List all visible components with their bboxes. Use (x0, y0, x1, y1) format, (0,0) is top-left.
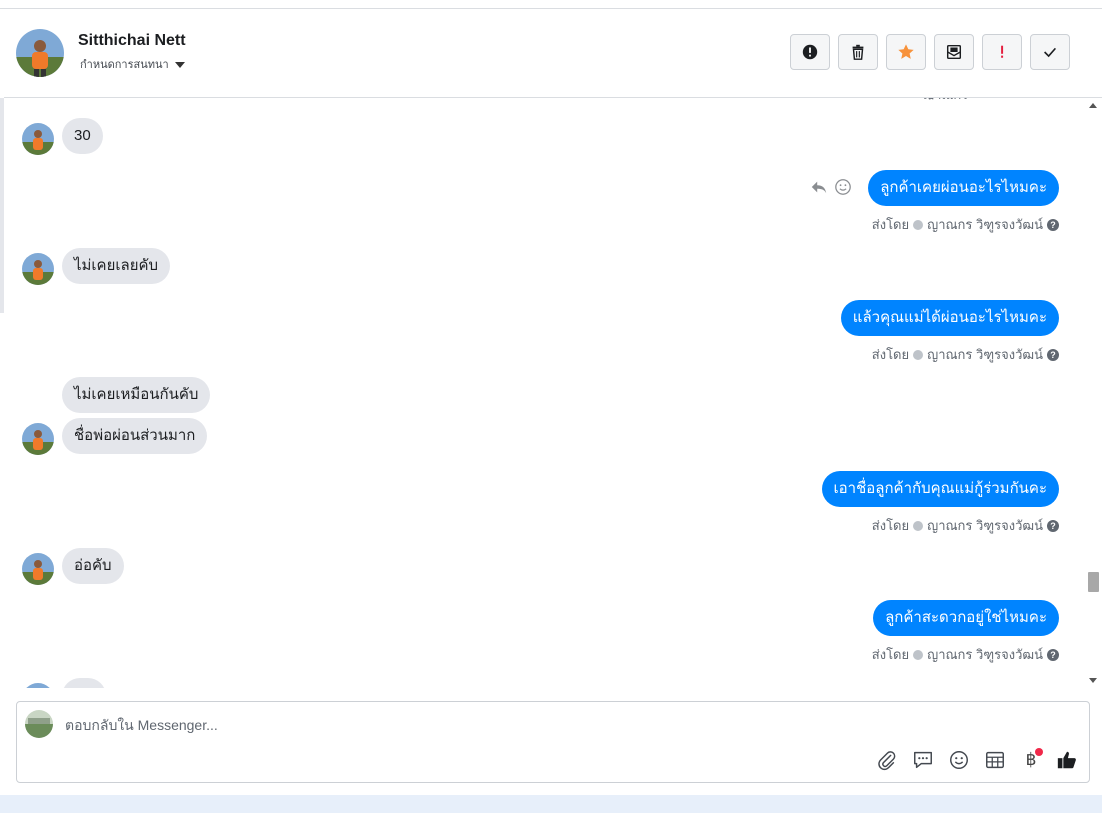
conversation-status-dropdown[interactable]: กำหนดการสนทนา (80, 55, 185, 73)
scroll-thumb[interactable] (1088, 572, 1099, 592)
payment-button[interactable]: ฿ (1019, 748, 1043, 772)
verified-icon (913, 520, 924, 531)
table-icon (986, 751, 1004, 769)
outgoing-message[interactable]: เอาชื่อลูกค้ากับคุณแม่กู้ร่วมกันคะ (821, 471, 1059, 507)
message-sender-meta: ส่งโดย ญาณกร วิฑูรจงวัฒน์ ? (872, 515, 1059, 536)
sender-name[interactable]: ญาณกร วิฑูรจงวัฒน์ (927, 515, 1043, 536)
conversation-status-label: กำหนดการสนทนา (80, 59, 169, 71)
emoji-icon (950, 751, 968, 769)
incoming-message[interactable]: ชื่อพ่อผ่อนส่วนมาก (62, 418, 208, 454)
saved-reply-icon (914, 751, 932, 769)
sent-by-label: ส่งโดย (871, 647, 910, 662)
page-avatar (25, 710, 53, 738)
help-icon[interactable]: ? (1047, 519, 1059, 532)
notification-dot (1035, 748, 1043, 756)
table-button[interactable] (983, 748, 1007, 772)
sent-by-label: ส่งโดย (871, 217, 910, 232)
like-icon (1057, 751, 1076, 769)
saved-reply-button[interactable] (911, 748, 935, 772)
sender-avatar[interactable] (22, 123, 54, 155)
scroll-down-arrow[interactable] (1089, 678, 1097, 683)
incoming-message-clipped[interactable] (62, 678, 106, 688)
spam-button[interactable] (790, 34, 830, 70)
page-bottom-band (0, 795, 1102, 813)
emoji-reaction-icon[interactable] (834, 178, 852, 196)
check-icon (1044, 47, 1057, 58)
exclamation-mark-icon (1001, 45, 1004, 58)
sender-avatar[interactable] (22, 423, 54, 455)
like-button[interactable] (1055, 748, 1079, 772)
trash-icon (852, 44, 864, 60)
emoji-button[interactable] (947, 748, 971, 772)
message-sender-meta: ส่งโดย ญาณกร วิฑูรจงวัฒน์ ? (872, 644, 1059, 665)
sender-avatar[interactable] (22, 683, 54, 688)
star-button[interactable] (886, 34, 926, 70)
message-sender-meta: ส่งโดย ญาณกร วิฑูรจงวัฒน์ ? (872, 344, 1059, 365)
exclamation-circle-icon (802, 44, 818, 60)
conversation-header: Sitthichai Nett กำหนดการสนทนา (4, 9, 1102, 98)
scroll-up-arrow[interactable] (1089, 103, 1097, 108)
thread-scrollbar[interactable] (1085, 98, 1102, 688)
outgoing-message[interactable]: ลูกค้าเคยผ่อนอะไรไหมคะ (868, 170, 1059, 206)
verified-icon (913, 349, 924, 360)
mark-unread-button[interactable] (934, 34, 974, 70)
clipped-meta-text: ญาณกร วิฑูรจงวัฒน์ (923, 98, 993, 100)
verified-icon (913, 649, 924, 660)
sender-avatar[interactable] (22, 553, 54, 585)
sent-by-label: ส่งโดย (871, 347, 910, 362)
sender-avatar[interactable] (22, 253, 54, 285)
reply-icon[interactable] (810, 178, 828, 196)
incoming-message[interactable]: ไม่เคยเลยคับ (62, 248, 171, 284)
help-icon[interactable]: ? (1047, 348, 1059, 361)
important-button[interactable] (982, 34, 1022, 70)
clipped-previous-meta: ญาณกร วิฑูรจงวัฒน์ (923, 98, 993, 100)
caret-down-icon (174, 62, 185, 69)
incoming-message[interactable]: ไม่เคยเหมือนกันคับ (62, 377, 211, 413)
message-sender-meta: ส่งโดย ญาณกร วิฑูรจงวัฒน์ ? (872, 214, 1059, 235)
envelope-open-icon (946, 44, 962, 60)
contact-avatar[interactable] (16, 29, 64, 77)
help-icon[interactable]: ? (1047, 648, 1059, 661)
help-icon[interactable]: ? (1047, 218, 1059, 231)
attachment-button[interactable] (875, 748, 899, 772)
reply-input[interactable] (65, 715, 765, 735)
message-composer: ฿ (16, 701, 1090, 783)
header-actions (790, 34, 1070, 70)
attachment-icon (878, 751, 896, 771)
sender-name[interactable]: ญาณกร วิฑูรจงวัฒน์ (927, 644, 1043, 665)
message-thread[interactable]: ญาณกร วิฑูรจงวัฒน์ 30 ลูกค้าเคยผ่อนอะไรไ… (4, 98, 1085, 688)
contact-name[interactable]: Sitthichai Nett (78, 32, 186, 50)
verified-icon (913, 219, 924, 230)
incoming-message[interactable]: 30 (62, 118, 103, 154)
done-button[interactable] (1030, 34, 1070, 70)
sent-by-label: ส่งโดย (871, 518, 910, 533)
outgoing-message[interactable]: ลูกค้าสะดวกอยู่ใช่ไหมคะ (873, 600, 1059, 636)
sender-name[interactable]: ญาณกร วิฑูรจงวัฒน์ (927, 214, 1043, 235)
message-hover-actions (810, 178, 852, 196)
delete-button[interactable] (838, 34, 878, 70)
composer-tools: ฿ (875, 748, 1079, 772)
star-icon (898, 44, 914, 59)
sender-name[interactable]: ญาณกร วิฑูรจงวัฒน์ (927, 344, 1043, 365)
incoming-message[interactable]: อ่อคับ (62, 548, 124, 584)
outgoing-message[interactable]: แล้วคุณแม่ได้ผ่อนอะไรไหมคะ (840, 300, 1059, 336)
